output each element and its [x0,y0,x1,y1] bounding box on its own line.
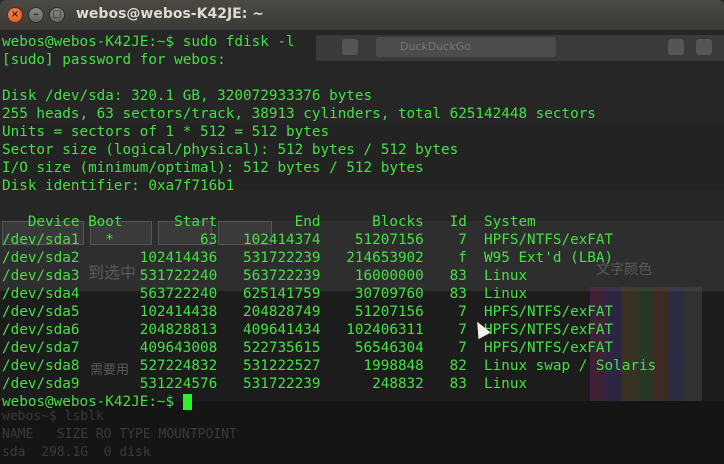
terminal-line: Disk identifier: 0xa7f716b1 [2,178,235,194]
partition-row: /dev/sda4 563722240 625141759 30709760 8… [2,286,528,302]
background-text: NAME SIZE RO TYPE MOUNTPOINT [2,427,237,442]
partition-row: /dev/sda1 * 63 102414374 51207156 7 HPFS… [2,232,614,248]
close-button[interactable]: × [7,7,23,23]
minimize-icon: – [33,9,39,20]
prompt-line[interactable]: webos@webos-K42JE:~$ [2,393,722,411]
background-text: webos~$ lsblk [2,409,104,424]
partition-row: /dev/sda7 409643008 522735615 56546304 7… [2,340,614,356]
text-cursor [182,394,192,410]
partition-row: /dev/sda9 531224576 531722239 248832 83 … [2,376,528,392]
window-title: webos@webos-K42JE: ~ [76,6,264,22]
partition-table-header: Device Boot Start End Blocks Id System [2,214,536,230]
partition-row: /dev/sda3 531722240 563722239 16000000 8… [2,268,528,284]
terminal-output[interactable]: webos@webos-K42JE:~$ sudo fdisk -l [sudo… [2,33,722,411]
partition-row: /dev/sda8 527224832 531222527 1998848 82… [2,358,657,374]
close-icon: × [10,9,20,20]
terminal-line: 255 heads, 63 sectors/track, 38913 cylin… [2,106,596,122]
title-bar[interactable]: × – □ webos@webos-K42JE: ~ [0,0,724,31]
terminal-line: webos@webos-K42JE:~$ sudo fdisk -l [2,34,295,50]
partition-row: /dev/sda5 102414438 204828749 51207156 7… [2,304,614,320]
terminal-line: [sudo] password for webos: [2,52,226,68]
shell-prompt: webos@webos-K42JE:~$ [2,394,183,410]
maximize-button[interactable]: □ [49,7,65,23]
terminal-line: Disk /dev/sda: 320.1 GB, 320072933376 by… [2,88,373,104]
terminal-line: Units = sectors of 1 * 512 = 512 bytes [2,124,330,140]
background-text: sda 298.1G 0 disk [2,445,151,460]
terminal-line: Sector size (logical/physical): 512 byte… [2,142,459,158]
minimize-button[interactable]: – [28,7,44,23]
terminal-line: I/O size (minimum/optimal): 512 bytes / … [2,160,424,176]
maximize-icon: □ [52,9,62,20]
terminal-window: × – □ webos@webos-K42JE: ~ DuckDuckGo 到选… [0,0,724,464]
partition-row: /dev/sda6 204828813 409641434 102406311 … [2,322,614,338]
partition-row: /dev/sda2 102414436 531722239 214653902 … [2,250,614,266]
